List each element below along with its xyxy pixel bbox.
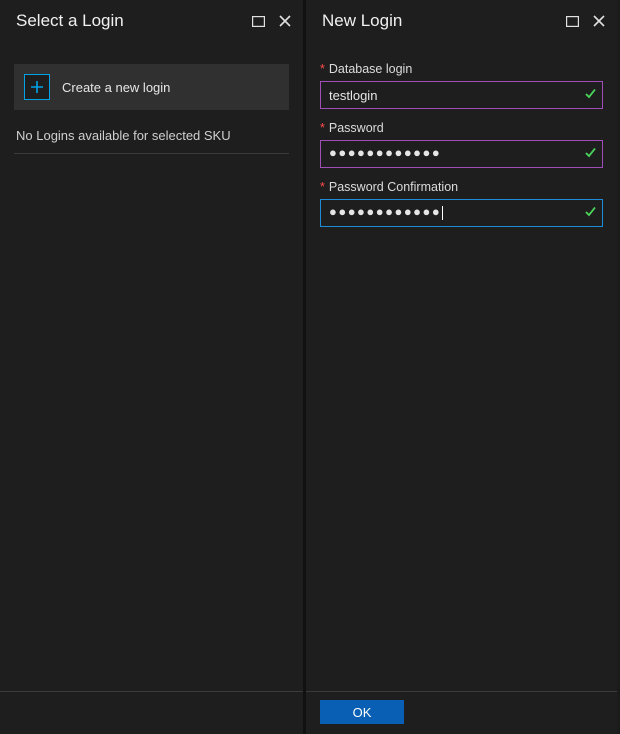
right-footer-divider (306, 691, 617, 692)
password-field: *Password ●●●●●●●●●●●● (320, 121, 603, 168)
password-label: *Password (320, 121, 603, 135)
checkmark-icon (584, 146, 597, 162)
required-mark: * (320, 121, 325, 135)
text-caret (442, 206, 443, 220)
checkmark-icon (584, 205, 597, 221)
database-login-input-wrap (320, 81, 603, 109)
new-login-header-icons (566, 15, 605, 27)
create-new-login-button[interactable]: Create a new login (14, 64, 289, 110)
required-mark: * (320, 180, 325, 194)
password-input[interactable]: ●●●●●●●●●●●● (320, 140, 603, 168)
restore-icon[interactable] (252, 16, 265, 27)
close-icon[interactable] (593, 15, 605, 27)
password-input-wrap: ●●●●●●●●●●●● (320, 140, 603, 168)
database-login-label: *Database login (320, 62, 603, 76)
plus-icon (24, 74, 50, 100)
new-login-header: New Login (306, 0, 617, 42)
ok-button[interactable]: OK (320, 700, 404, 724)
new-login-form: *Database login *Password ●●●●●●●●●●●● (306, 42, 617, 734)
password-confirmation-label: *Password Confirmation (320, 180, 603, 194)
password-confirmation-field: *Password Confirmation ●●●●●●●●●●●● (320, 180, 603, 227)
database-login-field: *Database login (320, 62, 603, 109)
no-logins-message: No Logins available for selected SKU (14, 124, 289, 154)
restore-icon[interactable] (566, 16, 579, 27)
new-login-title: New Login (322, 11, 566, 31)
select-login-body: Create a new login No Logins available f… (0, 42, 303, 734)
required-mark: * (320, 62, 325, 76)
select-login-header: Select a Login (0, 0, 303, 42)
password-confirmation-input-wrap: ●●●●●●●●●●●● (320, 199, 603, 227)
database-login-input[interactable] (320, 81, 603, 109)
new-login-panel: New Login *Database login *Pass (306, 0, 617, 734)
close-icon[interactable] (279, 15, 291, 27)
password-confirmation-input[interactable]: ●●●●●●●●●●●● (320, 199, 603, 227)
ok-bar: OK (320, 700, 603, 724)
select-login-panel: Select a Login Create a new login No Log… (0, 0, 306, 734)
select-login-title: Select a Login (16, 11, 252, 31)
select-login-header-icons (252, 15, 291, 27)
checkmark-icon (584, 87, 597, 103)
create-new-login-label: Create a new login (62, 80, 170, 95)
left-footer-divider (0, 691, 303, 692)
